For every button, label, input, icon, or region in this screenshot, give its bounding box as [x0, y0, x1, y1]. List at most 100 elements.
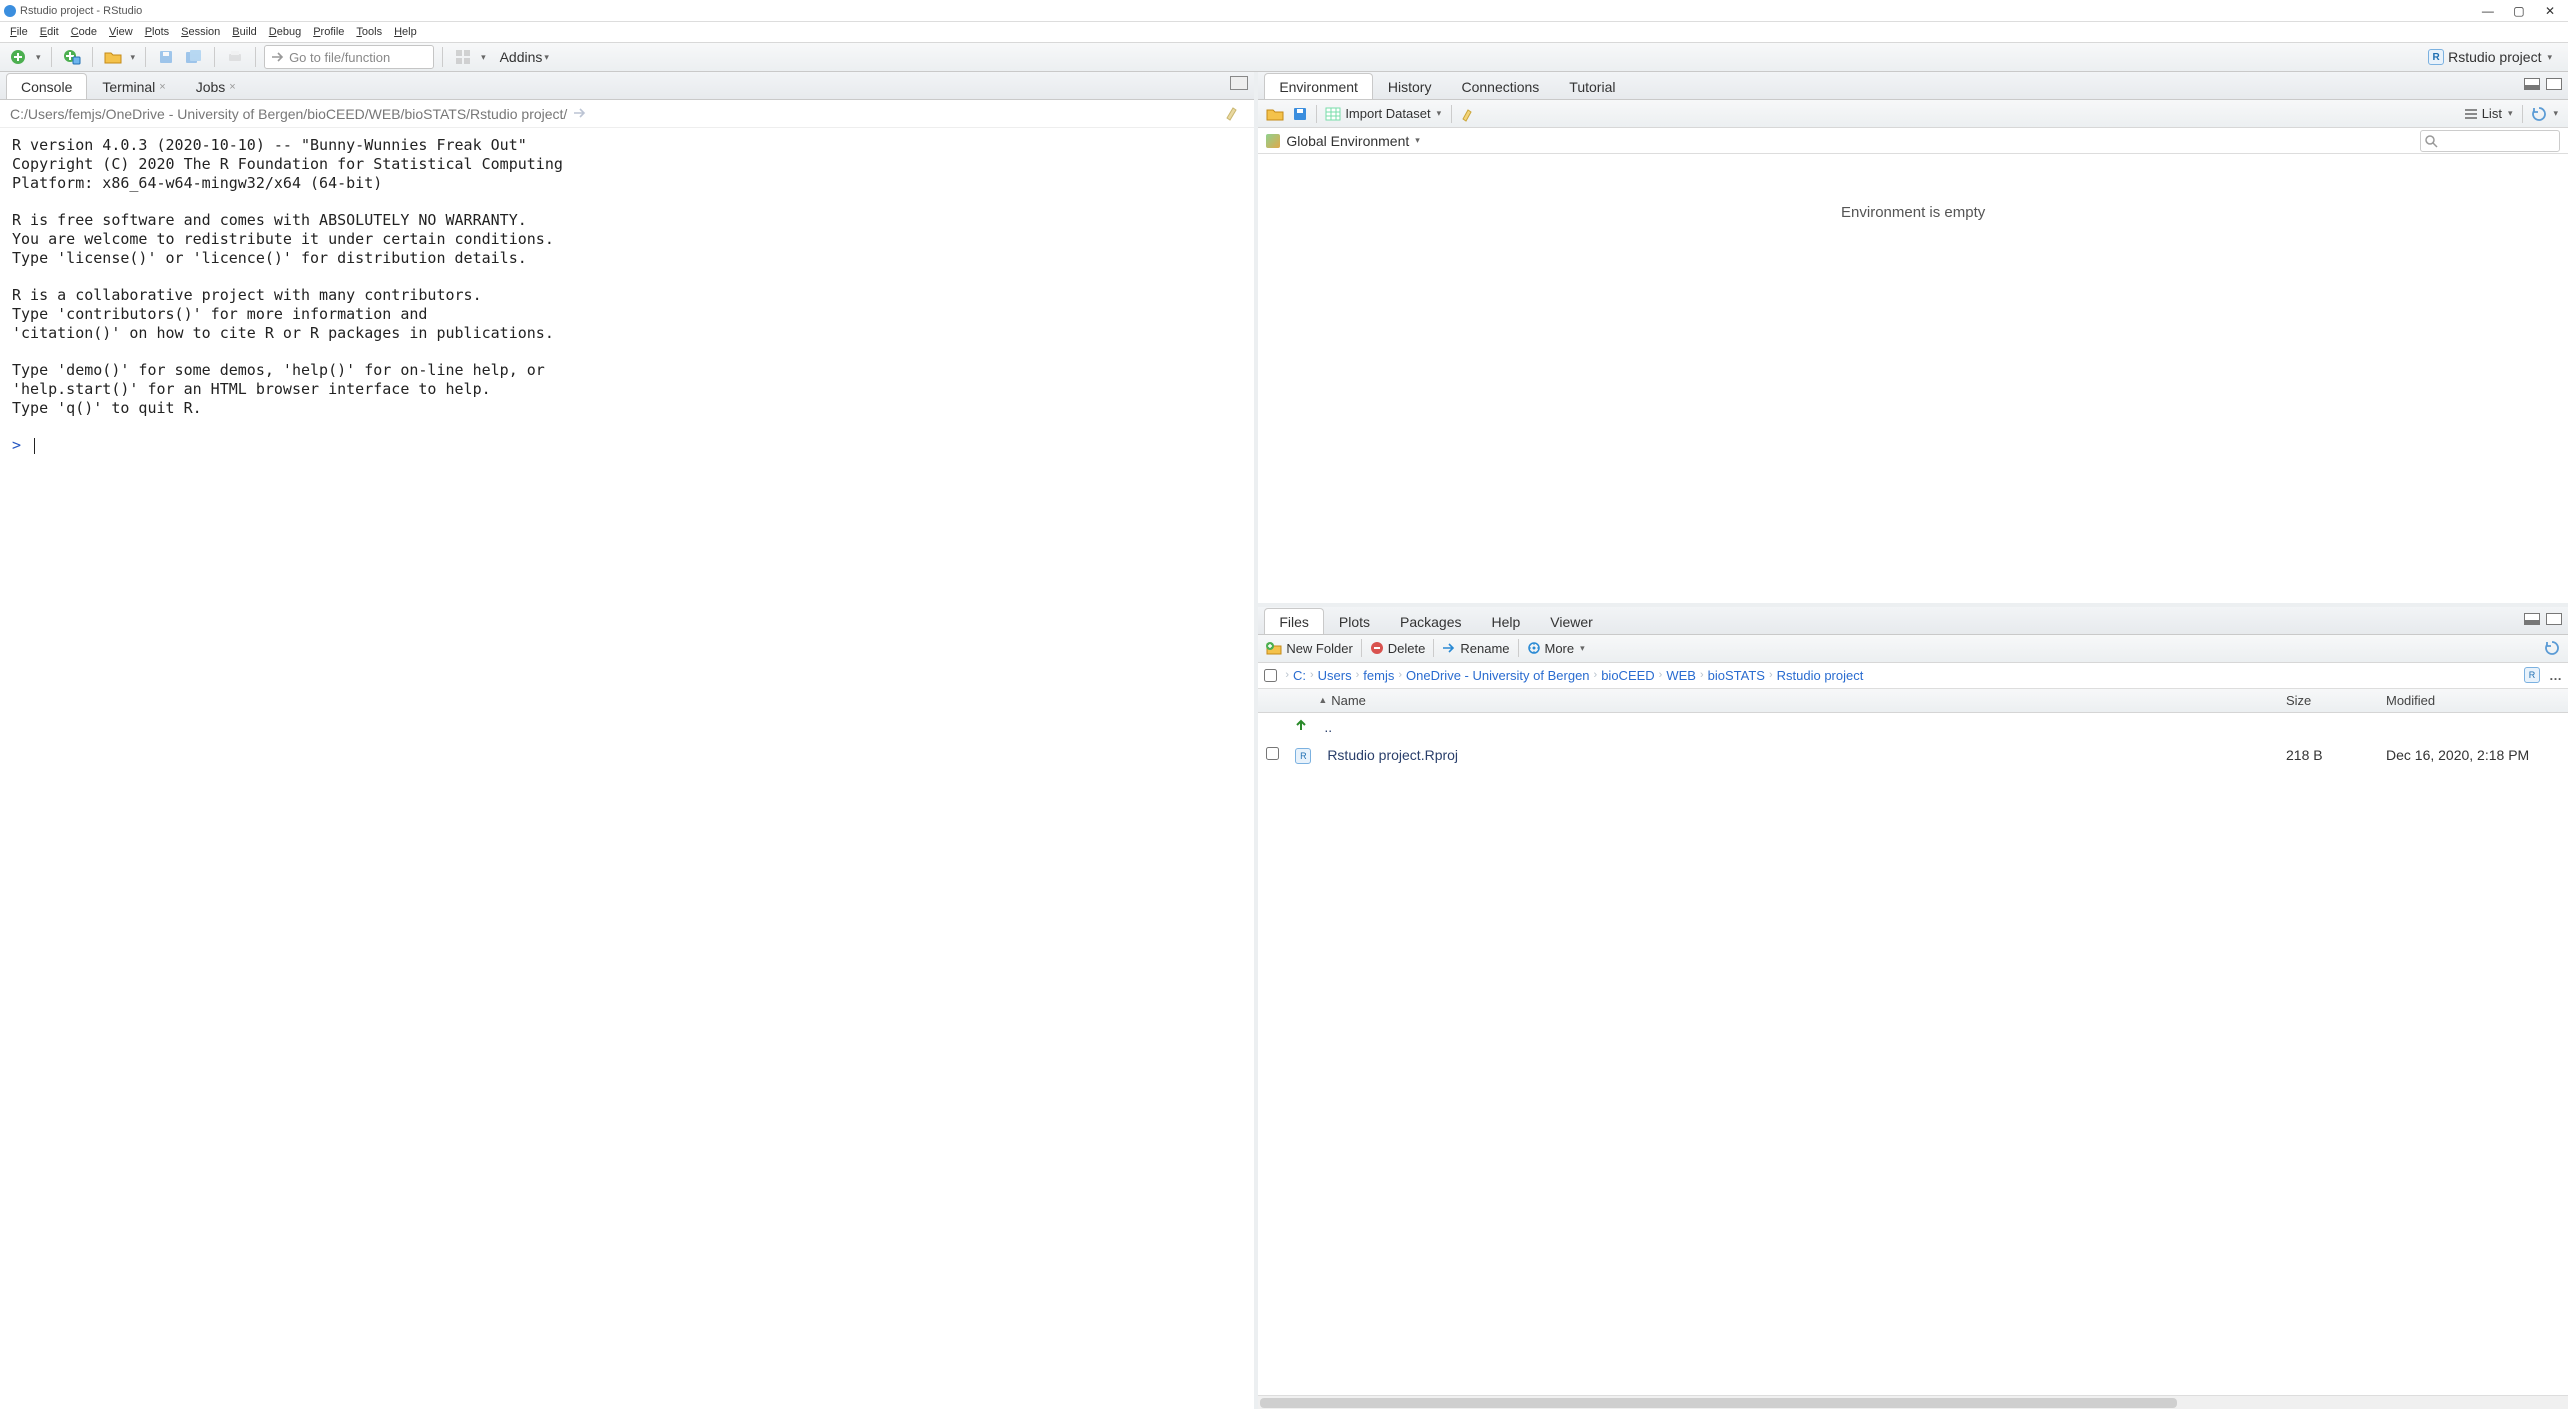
- console-pane: Console Terminal× Jobs× C:/Users/femjs/O…: [0, 72, 1258, 1409]
- crumb-biostats[interactable]: bioSTATS: [1708, 668, 1765, 683]
- crumb-web[interactable]: WEB: [1666, 668, 1696, 683]
- close-icon[interactable]: ×: [229, 81, 235, 93]
- console-prompt: >: [12, 436, 21, 454]
- tab-help[interactable]: Help: [1476, 608, 1535, 634]
- more-button[interactable]: More ▾: [1527, 641, 1587, 656]
- new-file-dropdown[interactable]: ▾: [34, 52, 43, 63]
- clear-console-icon[interactable]: [1224, 104, 1242, 125]
- menu-build[interactable]: Build: [226, 26, 262, 38]
- tab-history[interactable]: History: [1373, 73, 1447, 99]
- env-search[interactable]: [2420, 130, 2560, 152]
- menu-edit[interactable]: Edit: [34, 26, 65, 38]
- menu-help[interactable]: Help: [388, 26, 423, 38]
- header-size[interactable]: Size: [2278, 693, 2378, 708]
- rename-button[interactable]: Rename: [1442, 641, 1509, 656]
- crumb-users[interactable]: Users: [1318, 668, 1352, 683]
- pane-maximize-icon[interactable]: [2546, 78, 2562, 90]
- rename-label: Rename: [1460, 641, 1509, 656]
- refresh-env-button[interactable]: ▾: [2531, 106, 2560, 122]
- menu-session[interactable]: Session: [175, 26, 226, 38]
- goto-dir-icon[interactable]: [573, 106, 587, 122]
- chevron-icon: ›: [1285, 669, 1289, 681]
- delete-button[interactable]: Delete: [1370, 641, 1426, 656]
- tab-terminal[interactable]: Terminal×: [87, 73, 180, 99]
- tab-files[interactable]: Files: [1264, 608, 1324, 634]
- files-hscrollbar[interactable]: [1258, 1395, 2568, 1409]
- maximize-button[interactable]: ▢: [2505, 4, 2533, 18]
- menu-profile[interactable]: Profile: [307, 26, 350, 38]
- grid-tools-button[interactable]: [451, 46, 475, 68]
- tab-packages[interactable]: Packages: [1385, 608, 1476, 634]
- window-title: Rstudio project - RStudio: [20, 5, 142, 17]
- new-folder-button[interactable]: New Folder: [1266, 641, 1352, 656]
- file-checkbox[interactable]: [1266, 747, 1279, 760]
- tab-tutorial[interactable]: Tutorial: [1554, 73, 1630, 99]
- pane-window-icon[interactable]: [1230, 76, 1248, 90]
- breadcrumb-more-icon[interactable]: …: [2549, 668, 2562, 683]
- tab-plots[interactable]: Plots: [1324, 608, 1385, 634]
- open-file-dropdown[interactable]: ▾: [129, 52, 138, 63]
- open-file-button[interactable]: [101, 46, 125, 68]
- crumb-femjs[interactable]: femjs: [1363, 668, 1394, 683]
- env-view-mode[interactable]: List ▾: [2464, 106, 2515, 121]
- tab-viewer[interactable]: Viewer: [1535, 608, 1608, 634]
- console-output: R version 4.0.3 (2020-10-10) -- "Bunny-W…: [0, 128, 1254, 463]
- header-modified[interactable]: Modified: [2378, 693, 2568, 708]
- project-selector[interactable]: R Rstudio project ▾: [2420, 49, 2562, 65]
- addins-menu[interactable]: Addins ▾: [492, 49, 559, 65]
- console-body[interactable]: R version 4.0.3 (2020-10-10) -- "Bunny-W…: [0, 128, 1254, 1409]
- up-arrow-icon: [1286, 718, 1316, 735]
- new-folder-label: New Folder: [1286, 641, 1352, 656]
- pane-maximize-icon[interactable]: [2546, 613, 2562, 625]
- tab-jobs[interactable]: Jobs×: [181, 73, 251, 99]
- save-all-button[interactable]: [182, 46, 206, 68]
- tab-console[interactable]: Console: [6, 73, 87, 99]
- refresh-files-button[interactable]: [2544, 640, 2560, 656]
- save-workspace-button[interactable]: [1292, 106, 1308, 122]
- import-dataset-button[interactable]: Import Dataset ▾: [1325, 106, 1443, 121]
- pane-minimize-icon[interactable]: [2524, 78, 2540, 90]
- print-button[interactable]: [223, 46, 247, 68]
- file-row[interactable]: R Rstudio project.Rproj 218 B Dec 16, 20…: [1258, 741, 2568, 769]
- menubar: File Edit Code View Plots Session Build …: [0, 22, 2568, 42]
- search-icon: [2424, 134, 2438, 148]
- menu-code[interactable]: Code: [65, 26, 103, 38]
- pane-minimize-icon[interactable]: [2524, 613, 2540, 625]
- tab-environment[interactable]: Environment: [1264, 73, 1373, 99]
- console-working-dir: C:/Users/femjs/OneDrive - University of …: [10, 106, 567, 122]
- env-scope-selector[interactable]: Global Environment ▾: [1286, 133, 1421, 149]
- select-all-checkbox[interactable]: [1264, 669, 1277, 682]
- env-view-label: List: [2482, 106, 2502, 121]
- env-toolbar: Import Dataset ▾ List ▾ ▾: [1258, 100, 2568, 128]
- menu-view[interactable]: View: [103, 26, 139, 38]
- addins-label: Addins: [500, 49, 543, 65]
- env-scope-label: Global Environment: [1286, 133, 1409, 149]
- load-workspace-button[interactable]: [1266, 107, 1284, 121]
- rproj-file-icon: R: [1287, 746, 1319, 764]
- clear-objects-button[interactable]: [1460, 106, 1476, 122]
- crumb-bioceed[interactable]: bioCEED: [1601, 668, 1654, 683]
- tab-connections[interactable]: Connections: [1446, 73, 1554, 99]
- close-button[interactable]: ✕: [2536, 4, 2564, 18]
- menu-debug[interactable]: Debug: [263, 26, 307, 38]
- header-name[interactable]: ▲Name: [1310, 693, 2278, 708]
- save-button[interactable]: [154, 46, 178, 68]
- new-file-button[interactable]: [6, 46, 30, 68]
- menu-file[interactable]: File: [4, 26, 34, 38]
- file-name: Rstudio project.Rproj: [1319, 747, 2278, 763]
- crumb-onedrive[interactable]: OneDrive - University of Bergen: [1406, 668, 1590, 683]
- grid-tools-dropdown[interactable]: ▾: [479, 52, 488, 63]
- env-search-input[interactable]: [2420, 130, 2560, 152]
- close-icon[interactable]: ×: [159, 81, 165, 93]
- crumb-project[interactable]: Rstudio project: [1777, 668, 1864, 683]
- files-updir-row[interactable]: ..: [1258, 713, 2568, 741]
- new-project-button[interactable]: [60, 46, 84, 68]
- goto-file-input[interactable]: Go to file/function: [264, 45, 434, 69]
- console-path-bar: C:/Users/femjs/OneDrive - University of …: [0, 100, 1254, 128]
- menu-tools[interactable]: Tools: [350, 26, 388, 38]
- minimize-button[interactable]: —: [2474, 4, 2502, 18]
- more-label: More: [1545, 641, 1575, 656]
- menu-plots[interactable]: Plots: [139, 26, 175, 38]
- crumb-c[interactable]: C:: [1293, 668, 1306, 683]
- goto-project-dir-icon[interactable]: R: [2524, 667, 2540, 683]
